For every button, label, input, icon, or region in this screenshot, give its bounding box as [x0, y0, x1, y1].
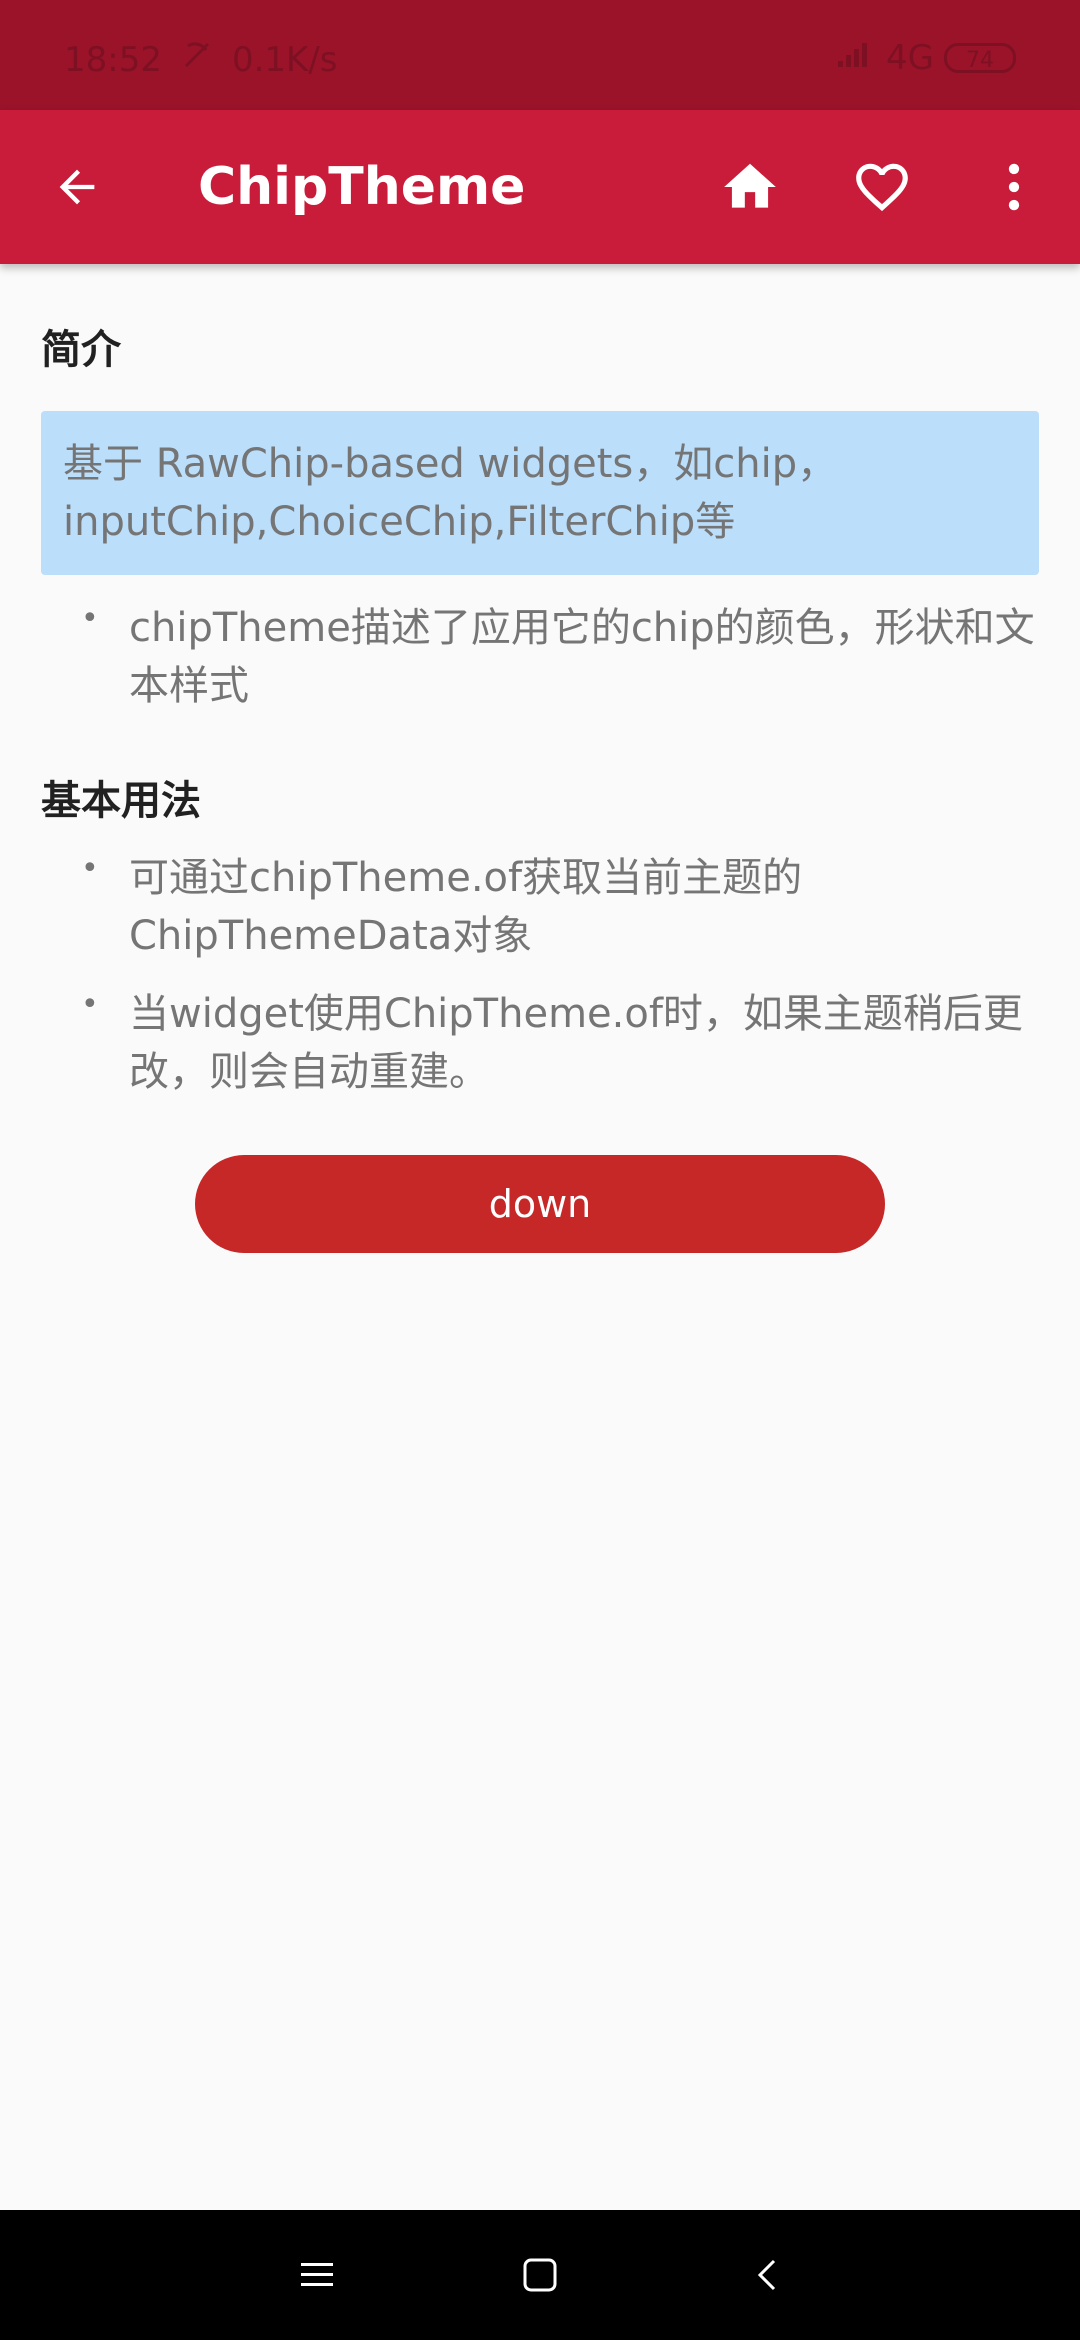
- intro-heading: 简介: [41, 327, 121, 373]
- network-type: 4G: [886, 38, 934, 78]
- network-speed: 0.1K/s: [231, 39, 338, 80]
- home-button[interactable]: [713, 150, 787, 224]
- usage-heading: 基本用法: [41, 778, 201, 824]
- arrow-back-icon: [59, 169, 95, 205]
- recent-apps-button[interactable]: [287, 2245, 347, 2305]
- list-item-text: 当widget使用ChipTheme.of时，如果主题稍后更改，则会自动重建。: [129, 991, 1023, 1095]
- page-title: ChipTheme: [198, 157, 526, 217]
- back-chevron-icon: [757, 2259, 776, 2291]
- more-button[interactable]: [977, 150, 1051, 224]
- signal-icon: [836, 38, 876, 78]
- favorite-button[interactable]: [845, 150, 919, 224]
- menu-icon: [301, 2263, 333, 2286]
- intro-bullet-list: • chipTheme描述了应用它的chip的颜色，形状和文本样式: [41, 599, 1039, 715]
- battery-icon: 74: [944, 43, 1016, 73]
- list-item-text: chipTheme描述了应用它的chip的颜色，形状和文本样式: [129, 605, 1035, 709]
- bullet-icon: •: [81, 601, 99, 636]
- bullet-icon: •: [81, 987, 99, 1022]
- usage-bullet-list: • 可通过chipTheme.of获取当前主题的ChipThemeData对象 …: [41, 849, 1039, 1101]
- battery-level: 74: [966, 48, 994, 73]
- bullet-icon: •: [81, 851, 99, 886]
- down-button[interactable]: down: [195, 1155, 885, 1253]
- status-time: 18:52: [64, 39, 162, 80]
- list-item: • 当widget使用ChipTheme.of时，如果主题稍后更改，则会自动重建…: [41, 985, 1039, 1101]
- more-vertical-icon: [1008, 163, 1020, 211]
- home-nav-button[interactable]: [510, 2245, 570, 2305]
- intro-highlight: 基于 RawChip-based widgets，如chip，inputChip…: [41, 411, 1039, 575]
- back-nav-button[interactable]: [738, 2245, 798, 2305]
- content: 简介 基于 RawChip-based widgets，如chip，inputC…: [41, 264, 1039, 1101]
- app-bar: ChipTheme: [0, 110, 1080, 264]
- home-icon: [724, 163, 776, 208]
- list-item: • 可通过chipTheme.of获取当前主题的ChipThemeData对象: [41, 849, 1039, 965]
- status-bar: 18:52 0.1K/s 4G 74: [0, 0, 1080, 110]
- list-item-text: 可通过chipTheme.of获取当前主题的ChipThemeData对象: [129, 855, 803, 959]
- back-button[interactable]: [40, 150, 114, 224]
- status-left: 18:52 0.1K/s: [64, 38, 338, 81]
- home-square-icon: [523, 2258, 557, 2292]
- list-item: • chipTheme描述了应用它的chip的颜色，形状和文本样式: [41, 599, 1039, 715]
- status-right: 4G 74: [836, 38, 1016, 78]
- heart-icon: [856, 163, 908, 212]
- navigation-bar: [0, 2210, 1080, 2340]
- notification-icon: [180, 38, 214, 81]
